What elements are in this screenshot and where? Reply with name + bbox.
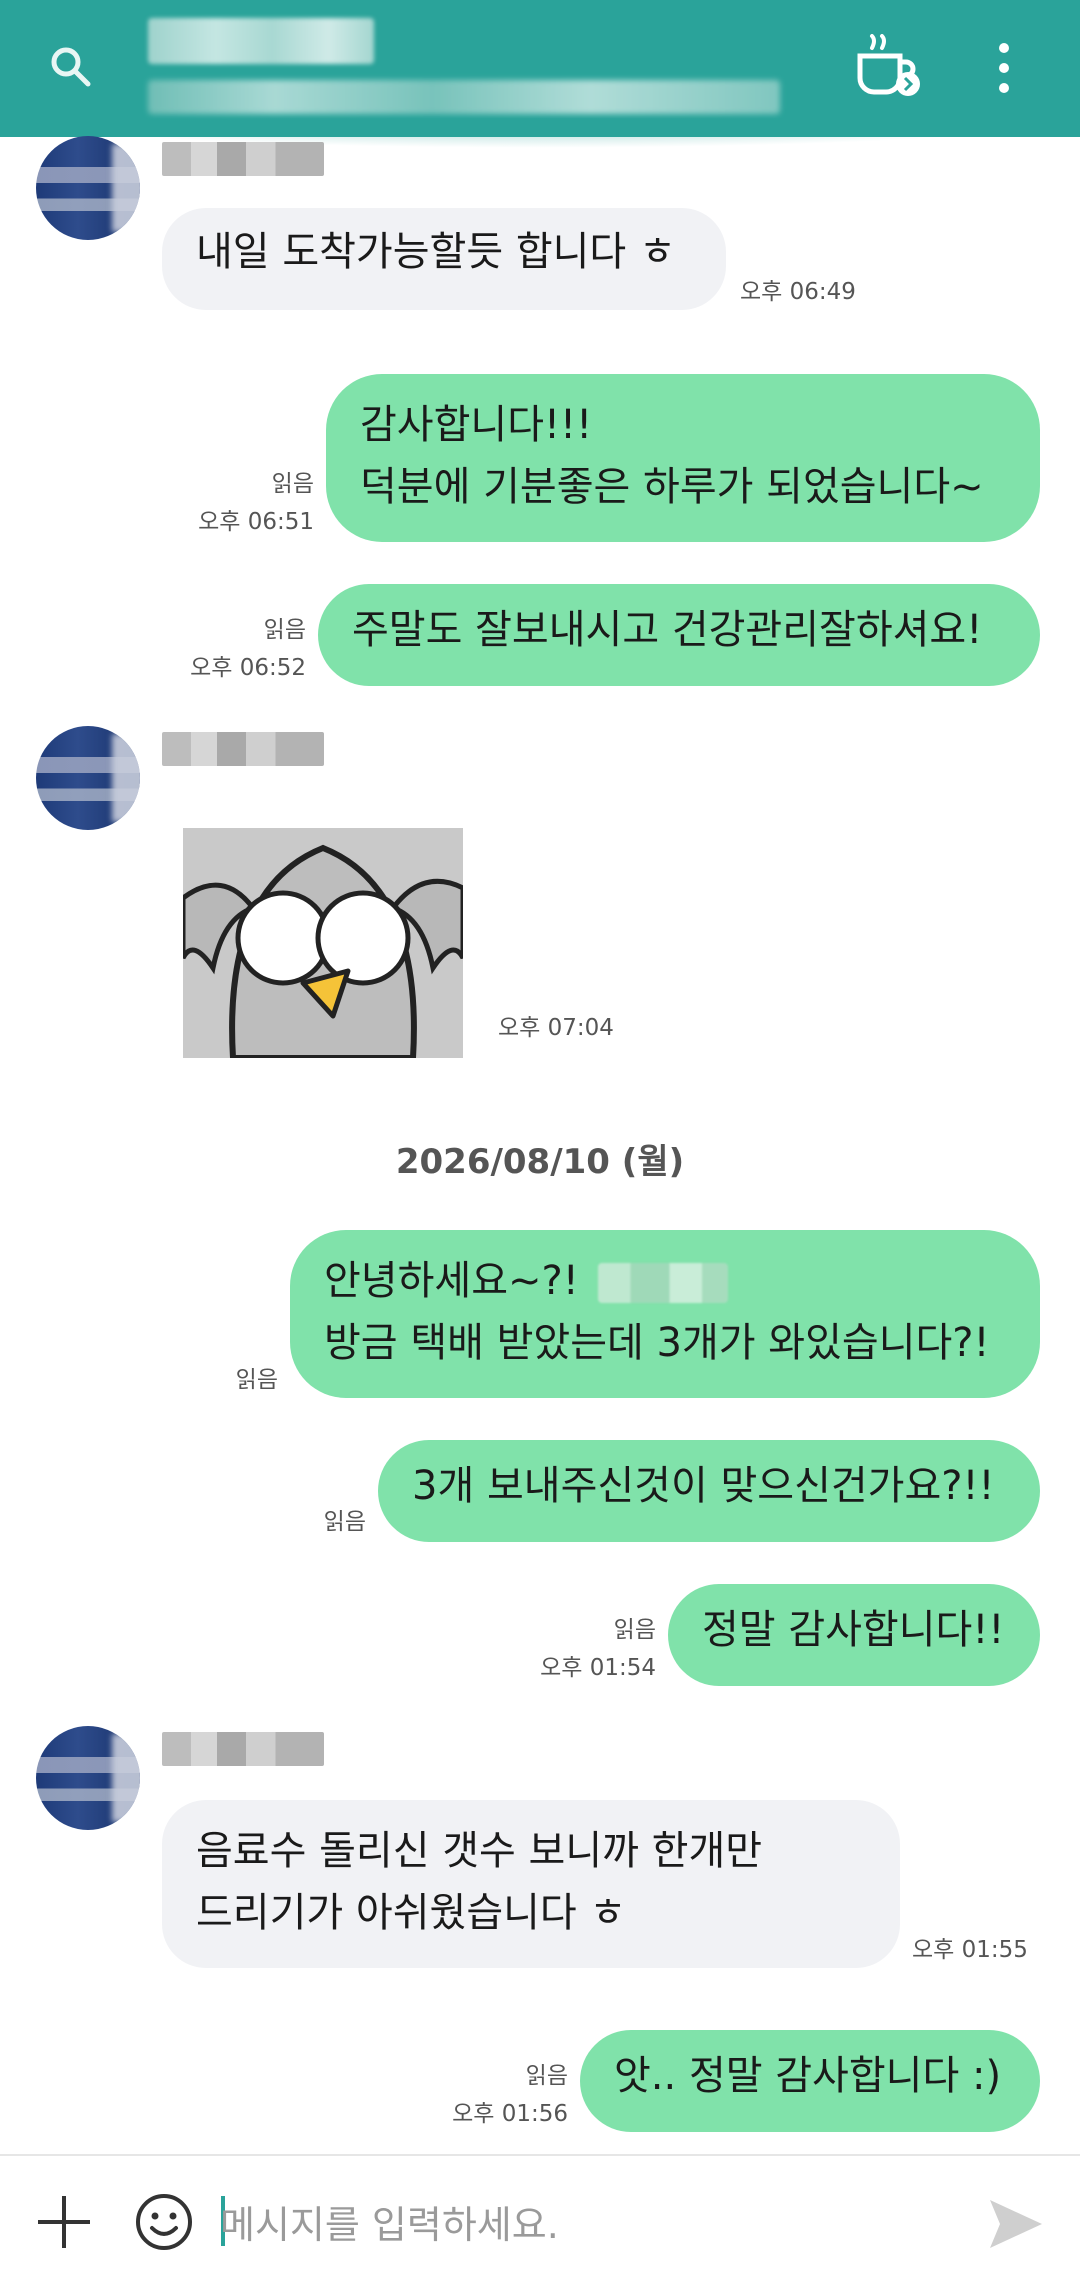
- message-text-line1: 안녕하세요~?!: [324, 1250, 1006, 1312]
- message-time: 오후 01:56: [452, 2101, 568, 2127]
- more-vert-icon[interactable]: [990, 40, 1018, 100]
- message-text: 정말 감사합니다!!: [702, 1607, 1005, 1653]
- avatar[interactable]: [36, 1726, 140, 1830]
- message-bubble-incoming[interactable]: 음료수 돌리신 갯수 보니까 한개만 드리기가 아쉬웠습니다 ㅎ: [162, 1800, 900, 1968]
- sender-name-redacted: [162, 732, 324, 766]
- message-time: 오후 06:52: [190, 655, 306, 681]
- message-bubble-outgoing[interactable]: 앗.. 정말 감사합니다 :): [580, 2030, 1040, 2132]
- chat-subtitle-redacted: [148, 80, 780, 114]
- message-bubble-outgoing[interactable]: 주말도 잘보내시고 건강관리잘하셔요!: [318, 584, 1040, 686]
- message-input-bar: 메시지를 입력하세요.: [0, 2154, 1080, 2286]
- message-text: 주말도 잘보내시고 건강관리잘하셔요!: [352, 607, 983, 653]
- read-receipt: 읽음: [263, 617, 306, 643]
- message-bubble-outgoing[interactable]: 감사합니다!!! 덕분에 기분좋은 하루가 되었습니다~: [326, 374, 1040, 542]
- message-time: 오후 06:49: [740, 279, 856, 305]
- message-time: 오후 06:51: [198, 509, 314, 535]
- emoji-icon[interactable]: [134, 2192, 194, 2256]
- message-text: 3개 보내주신것이 맞으신건가요?!!: [412, 1463, 995, 1509]
- message-input[interactable]: 메시지를 입력하세요.: [220, 2194, 559, 2249]
- message-bubble-outgoing[interactable]: 3개 보내주신것이 맞으신건가요?!!: [378, 1440, 1040, 1542]
- read-receipt: 읽음: [323, 1509, 366, 1535]
- sticker-image[interactable]: [183, 828, 463, 1058]
- send-icon[interactable]: [988, 2198, 1044, 2254]
- avatar[interactable]: [36, 136, 140, 240]
- redacted-name: [597, 1263, 728, 1303]
- sender-name-redacted: [162, 1732, 324, 1766]
- read-receipt: 읽음: [613, 1617, 656, 1643]
- chat-title-redacted: [148, 18, 374, 64]
- message-text: 내일 도착가능할듯 합니다 ㅎ: [196, 229, 676, 275]
- read-receipt: 읽음: [271, 471, 314, 497]
- coffee-cup-icon[interactable]: [852, 34, 924, 102]
- message-bubble-incoming[interactable]: 내일 도착가능할듯 합니다 ㅎ: [162, 208, 726, 310]
- message-text-line2: 드리기가 아쉬웠습니다 ㅎ: [196, 1890, 627, 1936]
- sender-name-redacted: [162, 142, 324, 176]
- message-time: 오후 01:54: [540, 1655, 656, 1681]
- message-bubble-outgoing[interactable]: 안녕하세요~?! 방금 택배 받았는데 3개가 와있습니다?!: [290, 1230, 1040, 1398]
- date-separator: 2026/08/10 (월): [395, 1142, 685, 1182]
- message-time: 오후 01:55: [912, 1937, 1028, 1963]
- message-text-line2: 방금 택배 받았는데 3개가 와있습니다?!: [324, 1320, 990, 1366]
- read-receipt: 읽음: [235, 1367, 278, 1393]
- message-time: 오후 07:04: [498, 1015, 614, 1041]
- message-text-line1: 감사합니다!!!: [360, 402, 593, 448]
- message-text-line2: 덕분에 기분좋은 하루가 되었습니다~: [360, 464, 984, 510]
- message-text: 앗.. 정말 감사합니다 :): [614, 2053, 1002, 2099]
- plus-icon[interactable]: [36, 2194, 92, 2254]
- message-bubble-outgoing[interactable]: 정말 감사합니다!!: [668, 1584, 1040, 1686]
- chat-header: [0, 0, 1080, 137]
- message-text-line1: 음료수 돌리신 갯수 보니까 한개만: [196, 1828, 763, 1874]
- search-icon[interactable]: [42, 40, 98, 96]
- read-receipt: 읽음: [525, 2063, 568, 2089]
- avatar[interactable]: [36, 726, 140, 830]
